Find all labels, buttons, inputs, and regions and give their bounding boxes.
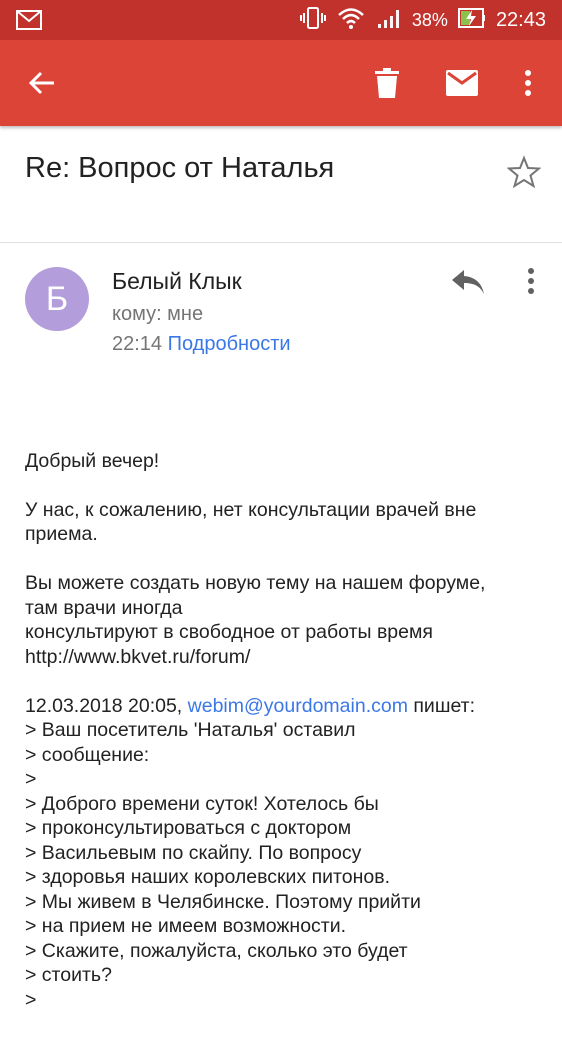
wifi-icon [336,6,366,35]
email-subject: Re: Вопрос от Наталья [25,152,335,184]
body-line: Вы можете создать новую тему на нашем фо… [25,572,486,594]
reply-icon[interactable] [450,266,486,298]
back-arrow-icon[interactable] [24,65,60,101]
body-line: там врачи иногда [25,596,183,619]
quote-line: > [25,988,37,1011]
quote-line: > Мы живем в Челябинске. Поэтому прийти [25,890,421,913]
body-line: приема. [25,523,98,545]
quote-header-suffix: пишет: [407,694,476,717]
quote-line: > здоровья наших королевских питонов. [25,866,391,888]
star-icon[interactable] [506,155,542,189]
quote-line: > Скажите, пожалуйста, сколько это будет [25,939,408,962]
quote-line: > проконсультироваться с доктором [25,817,352,839]
gmail-notification-icon [16,10,42,35]
vibrate-icon [299,6,326,35]
quote-sender-email-link[interactable]: webim@yourdomain.com [188,695,408,717]
email-body: Добрый вечер! У нас, к сожалению, нет кон… [25,424,545,1037]
quote-line: > Доброго времени суток! Хотелось бы [25,792,379,815]
forum-url: http://www.bkvet.ru/forum/ [25,645,251,668]
quote-line: > Ваш посетитель 'Наталья' оставил [25,719,356,741]
battery-percent: 38% [411,9,448,30]
details-link[interactable]: Подробности [168,333,291,355]
quote-line: > сообщение: [25,743,150,766]
status-bar: 38% 22:43 [0,0,562,40]
signal-icon [376,6,402,35]
divider [0,242,562,243]
more-vert-icon[interactable] [510,65,546,101]
quote-line: > [25,768,37,790]
email-time: 22:14 [112,333,163,355]
sender-name: Белый Клык [112,268,242,294]
body-line: консультируют в свободное от работы врем… [25,621,433,643]
greeting: Добрый вечер! [25,449,160,472]
time-details-line: 22:14 Подробности [112,333,291,356]
clock: 22:43 [495,8,546,31]
message-more-icon[interactable] [519,266,543,298]
quote-line: > на прием не имеем возможности. [25,915,347,937]
avatar[interactable]: Б [25,267,89,331]
quote-line: > Васильевым по скайпу. По вопросу [25,841,362,864]
quote-line: > стоить? [25,964,112,986]
quoted-text: > Ваш посетитель 'Наталья' оставил > сооб… [25,718,545,1012]
body-line: У нас, к сожалению, нет консультации вра… [25,498,477,521]
quote-header: 12.03.2018 20:05, webim@yourdomain.com п… [25,694,545,719]
recipient-line: кому: мне [112,303,204,325]
battery-charging-icon [457,6,486,35]
app-bar [0,40,562,126]
mail-icon[interactable] [444,65,480,101]
quote-header-date: 12.03.2018 20:05, [25,694,188,717]
trash-icon[interactable] [369,65,405,101]
